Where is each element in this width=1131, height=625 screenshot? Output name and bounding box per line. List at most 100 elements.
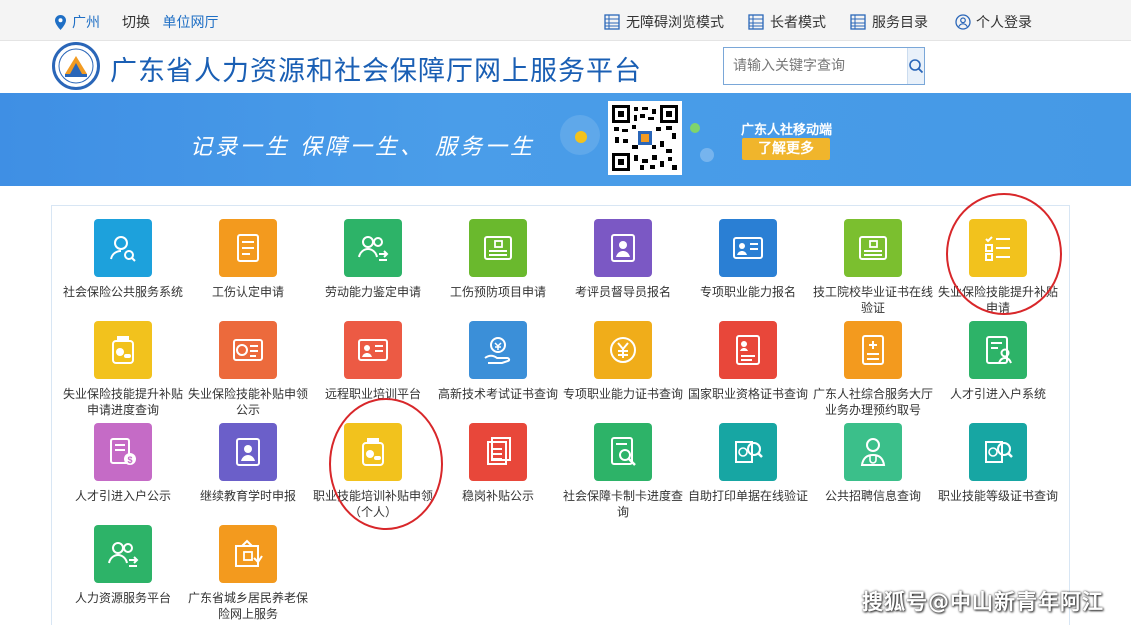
banner-decoration	[690, 123, 700, 133]
service-tile[interactable]: 人才引进入户系统	[936, 321, 1060, 402]
people-transfer-icon	[94, 525, 152, 583]
service-tile-label: 高新技术考试证书查询	[438, 387, 559, 401]
banner-slogan: 记录一生 保障一生、 服务一生	[190, 135, 535, 160]
unit-hall-link[interactable]: 单位网厅	[162, 15, 218, 31]
service-tile-label: 社会保障卡制卡进度查询	[563, 489, 684, 519]
accessibility-mode-label: 无障碍浏览模式	[626, 15, 724, 31]
si-search-icon	[969, 423, 1027, 481]
service-tile[interactable]: 技工院校毕业证书在线验证	[811, 219, 935, 316]
service-tile-label: 劳动能力鉴定申请	[324, 285, 421, 299]
service-tile-label: 失业保险技能补贴申领公示	[188, 387, 309, 417]
certificate-icon	[844, 219, 902, 277]
grid-list-icon	[850, 14, 866, 30]
search-input[interactable]	[724, 48, 907, 84]
service-tile[interactable]: 社会保险公共服务系统	[61, 219, 185, 300]
service-tile[interactable]: 继续教育学时申报	[186, 423, 310, 504]
people-transfer-icon	[344, 219, 402, 277]
site-logo[interactable]	[52, 42, 100, 90]
location-selector[interactable]: 广州	[55, 12, 100, 32]
service-tile[interactable]: 工伤预防项目申请	[436, 219, 560, 300]
highlight-circle	[946, 193, 1062, 315]
service-tile[interactable]: 职业技能等级证书查询	[936, 423, 1060, 504]
banner-decoration	[575, 131, 587, 143]
service-tile[interactable]: 专项职业能力报名	[686, 219, 810, 300]
document-icon	[219, 219, 277, 277]
doctor-icon	[844, 423, 902, 481]
service-tile-label: 继续教育学时申报	[199, 489, 296, 503]
elder-mode-label: 长者模式	[770, 15, 826, 31]
service-tile[interactable]: $ 人才引进入户公示	[61, 423, 185, 504]
qr-code-icon	[612, 105, 678, 171]
service-tile-label: 公共招聘信息查询	[824, 489, 921, 503]
badge-person-icon	[219, 423, 277, 481]
service-tile[interactable]: 高新技术考试证书查询	[436, 321, 560, 402]
doc-money-icon: $	[94, 423, 152, 481]
service-catalog-link[interactable]: 服务目录	[850, 12, 928, 32]
service-tile-label: 专项职业能力证书查询	[563, 387, 684, 401]
service-tile-label: 工伤预防项目申请	[449, 285, 546, 299]
service-catalog-label: 服务目录	[872, 15, 928, 31]
search-button[interactable]	[907, 48, 924, 84]
profile-doc-icon	[719, 321, 777, 379]
service-tile-label: 人才引进入户系统	[949, 387, 1046, 401]
grid-list-icon	[748, 14, 764, 30]
service-tile[interactable]: 远程职业培训平台	[311, 321, 435, 402]
service-tile[interactable]: 失业保险技能提升补贴申请进度查询	[61, 321, 185, 418]
service-tile[interactable]: 国家职业资格证书查询	[686, 321, 810, 402]
service-tile[interactable]: 社会保障卡制卡进度查询	[561, 423, 685, 520]
personal-login-link[interactable]: 个人登录	[955, 12, 1032, 32]
learn-more-button[interactable]: 了解更多	[742, 138, 830, 160]
medicine-bottle-icon	[94, 321, 152, 379]
service-tile[interactable]: 专项职业能力证书查询	[561, 321, 685, 402]
service-tile[interactable]: 人力资源服务平台	[61, 525, 185, 606]
service-tile[interactable]: 失业保险技能补贴申领公示	[186, 321, 310, 418]
certificate-icon	[469, 219, 527, 277]
user-circle-icon	[955, 14, 971, 30]
switch-area: 切换 单位网厅	[122, 12, 218, 32]
mobile-app-label: 广东人社移动端	[741, 123, 833, 138]
watermark: 搜狐号@中山新青年阿江	[862, 590, 1104, 614]
service-tile[interactable]: 劳动能力鉴定申请	[311, 219, 435, 300]
yuan-coin-icon	[594, 321, 652, 379]
si-card-icon	[219, 321, 277, 379]
accessibility-mode-link[interactable]: 无障碍浏览模式	[604, 12, 724, 32]
doc-search-icon	[594, 423, 652, 481]
person-search-icon	[94, 219, 152, 277]
service-tile-label: 考评员督导员报名	[574, 285, 671, 299]
service-tile-label: 广东人社综合服务大厅业务办理预约取号	[813, 387, 934, 417]
hand-coin-icon	[469, 321, 527, 379]
search-box	[723, 47, 925, 85]
person-doc-icon	[969, 321, 1027, 379]
highlight-circle	[329, 398, 443, 530]
hrss-emblem-icon	[58, 48, 94, 84]
service-tile[interactable]: 广东省城乡居民养老保险网上服务	[186, 525, 310, 622]
service-tile-label: 稳岗补贴公示	[461, 489, 534, 503]
service-tile[interactable]: 自助打印单据在线验证	[686, 423, 810, 504]
location-pin-icon	[55, 14, 66, 30]
switch-label: 切换	[122, 15, 150, 31]
service-tile-label: 人力资源服务平台	[74, 591, 171, 605]
city-label: 广州	[72, 15, 100, 31]
banner-decoration	[700, 148, 714, 162]
service-tile-label: 人才引进入户公示	[74, 489, 171, 503]
service-tile[interactable]: 考评员督导员报名	[561, 219, 685, 300]
service-tile[interactable]: 公共招聘信息查询	[811, 423, 935, 504]
stacked-docs-icon	[469, 423, 527, 481]
search-icon	[909, 59, 924, 74]
service-tile-label: 职业技能等级证书查询	[938, 489, 1059, 503]
site-title[interactable]: 广东省人力资源和社会保障厅网上服务平台	[110, 49, 642, 88]
elder-mode-link[interactable]: 长者模式	[748, 12, 826, 32]
service-tile[interactable]: 工伤认定申请	[186, 219, 310, 300]
service-tile-label: 广东省城乡居民养老保险网上服务	[188, 591, 309, 621]
service-tile[interactable]: 稳岗补贴公示	[436, 423, 560, 504]
promo-banner: 记录一生 保障一生、 服务一生 广东人社移动端 了解更多	[0, 93, 1131, 186]
service-tile[interactable]: 广东人社综合服务大厅业务办理预约取号	[811, 321, 935, 418]
service-tile-label: 国家职业资格证书查询	[688, 387, 809, 401]
top-links: 无障碍浏览模式 长者模式 服务目录	[604, 12, 928, 32]
top-bar: 广州 切换 单位网厅 无障碍浏览模式 长者模式 服务目录 个人登录	[0, 0, 1131, 41]
si-search-icon	[719, 423, 777, 481]
service-tile-label: 自助打印单据在线验证	[688, 489, 809, 503]
service-tile-label: 社会保险公共服务系统	[63, 285, 184, 299]
service-tile-label: 专项职业能力报名	[699, 285, 796, 299]
id-card-icon	[719, 219, 777, 277]
